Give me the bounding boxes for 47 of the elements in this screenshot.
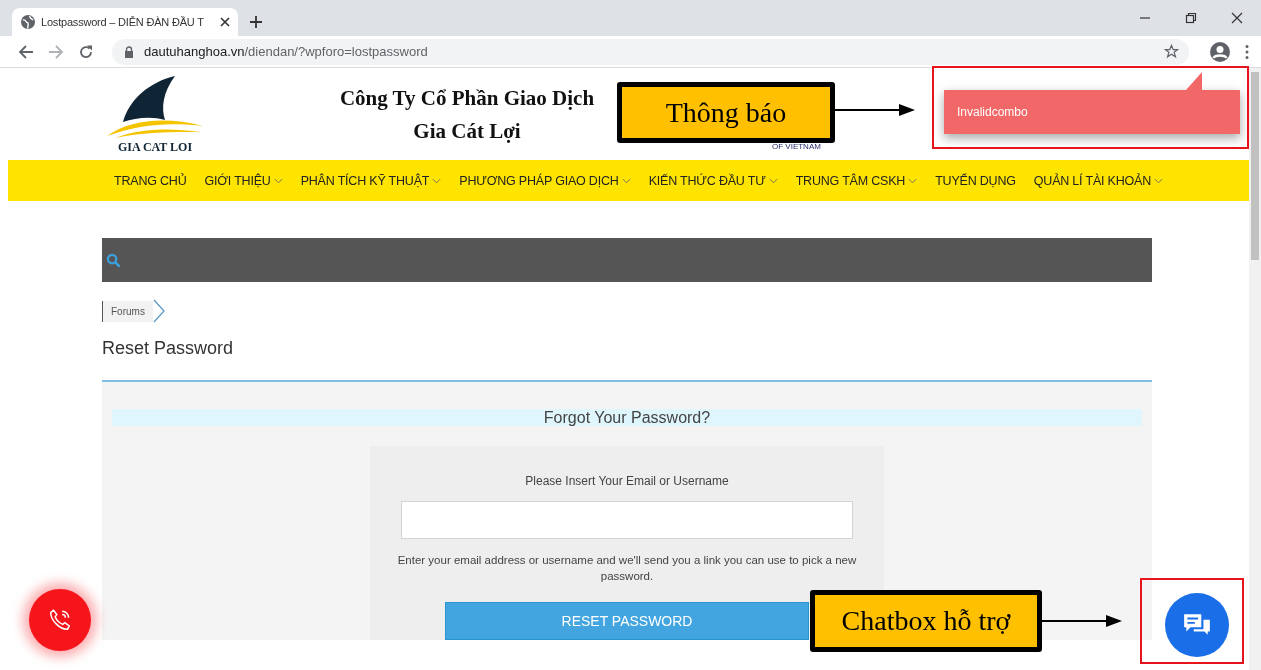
company-name: Gia Cát Lợi xyxy=(413,118,521,145)
breadcrumb-link[interactable]: Forums xyxy=(102,300,153,322)
nav-menu-item[interactable]: PHƯƠNG PHÁP GIAO DỊCH xyxy=(459,173,631,188)
browser-tab[interactable]: Lostpassword – DIỄN ĐÀN ĐẦU T xyxy=(12,8,238,36)
back-arrow-icon[interactable] xyxy=(18,43,34,60)
help-text: Enter your email address or username and we'll send you a link you can use to pick a new password. xyxy=(397,553,857,584)
new-tab-icon[interactable] xyxy=(249,15,263,29)
nav-menu-item[interactable]: TRANG CHỦ xyxy=(114,173,187,188)
scrollbar[interactable] xyxy=(1249,68,1261,670)
close-icon[interactable] xyxy=(220,17,230,27)
lock-icon xyxy=(124,45,134,58)
form-heading: Forgot Your Password? xyxy=(112,409,1142,426)
chevron-down-icon xyxy=(621,177,631,184)
nav-menu-item[interactable]: TUYỂN DỤNG xyxy=(935,173,1016,188)
badge-caption: OF VIETNAM xyxy=(772,142,821,151)
chevron-down-icon xyxy=(908,177,918,184)
chevron-down-icon xyxy=(1154,177,1163,184)
callout-label: Thông báo xyxy=(617,82,835,143)
nav-menu-item[interactable]: TRUNG TÂM CSKH xyxy=(795,173,918,188)
call-button[interactable] xyxy=(29,589,91,651)
nav-menu-item[interactable]: PHÂN TÍCH KỸ THUẬT xyxy=(300,173,442,188)
chevron-down-icon xyxy=(768,177,778,184)
close-icon[interactable] xyxy=(1231,12,1243,24)
callout-label: Chatbox hỗ trợ xyxy=(810,590,1042,652)
nav-menu-item[interactable]: GIỚI THIỆU xyxy=(204,173,283,188)
globe-icon xyxy=(20,14,36,30)
company-name: Công Ty Cổ Phần Giao Dịch xyxy=(339,85,595,112)
notification-text: Invalidcombo xyxy=(957,105,1028,119)
page-title: Reset Password xyxy=(102,338,235,359)
logo-text: GIA CAT LOI xyxy=(117,140,193,155)
search-icon xyxy=(106,252,121,268)
profile-avatar-icon[interactable] xyxy=(1209,40,1231,63)
chevron-right-icon xyxy=(152,299,165,323)
reload-icon[interactable] xyxy=(78,43,94,60)
email-input-field[interactable] xyxy=(401,501,853,539)
chevron-down-icon xyxy=(273,177,283,184)
field-label: Please Insert Your Email or Username xyxy=(525,474,729,488)
tab-title: Lostpassword – DIỄN ĐÀN ĐẦU T xyxy=(41,16,205,28)
menu-icon[interactable] xyxy=(1245,43,1249,60)
chevron-down-icon xyxy=(432,177,442,184)
address-bar[interactable]: dautuhanghoa.vn/diendan/?wpforo=lostpassword xyxy=(112,38,1189,65)
phone-icon xyxy=(47,607,73,633)
restore-icon[interactable] xyxy=(1185,12,1197,24)
star-icon[interactable] xyxy=(1164,44,1179,59)
nav-menu-item[interactable]: KIẾN THỨC ĐẦU TƯ xyxy=(648,173,778,188)
url-text: dautuhanghoa.vn/diendan/?wpforo=lostpassword xyxy=(144,44,428,59)
nav-menu-item[interactable]: QUẢN LÍ TÀI KHOẢN xyxy=(1033,173,1163,188)
